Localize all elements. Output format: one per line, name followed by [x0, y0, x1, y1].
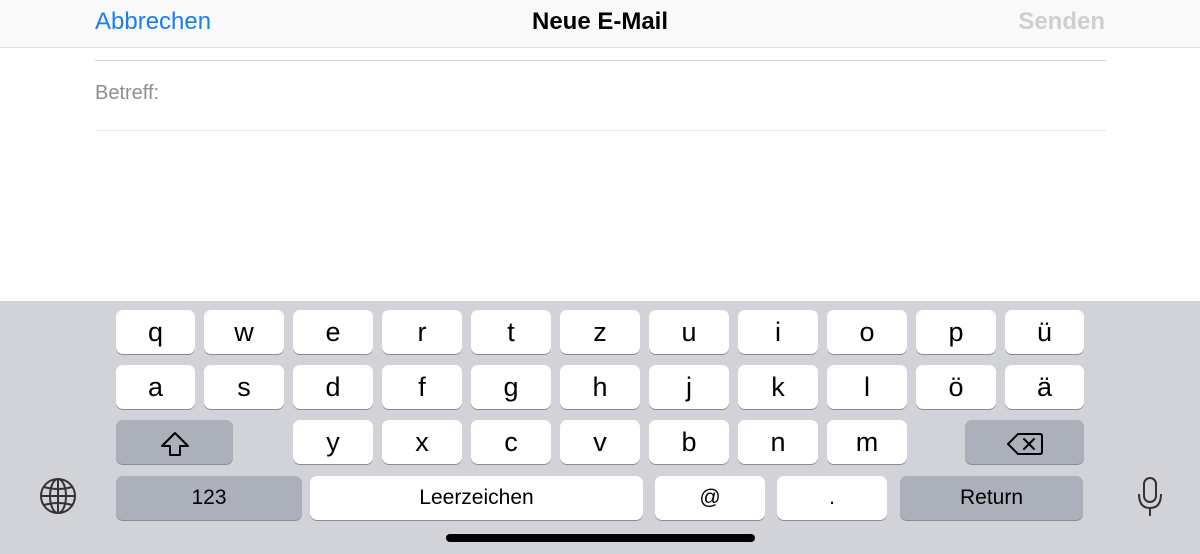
key-u[interactable]: u	[649, 310, 729, 354]
key-e[interactable]: e	[293, 310, 373, 354]
key-j[interactable]: j	[649, 365, 729, 409]
key-x[interactable]: x	[382, 420, 462, 464]
message-body-field[interactable]	[95, 132, 1106, 298]
subject-field[interactable]	[175, 72, 1109, 118]
key-s[interactable]: s	[204, 365, 284, 409]
globe-icon[interactable]	[38, 476, 78, 521]
key-q[interactable]: q	[116, 310, 195, 354]
key-f[interactable]: f	[382, 365, 462, 409]
key-g[interactable]: g	[471, 365, 551, 409]
numbers-key[interactable]: 123	[116, 476, 302, 520]
microphone-icon[interactable]	[1136, 476, 1164, 523]
send-button[interactable]: Senden	[1018, 8, 1105, 36]
key-z[interactable]: z	[560, 310, 640, 354]
key-d[interactable]: d	[293, 365, 373, 409]
key-l[interactable]: l	[827, 365, 907, 409]
key-y[interactable]: y	[293, 420, 373, 464]
navigation-bar: Abbrechen Neue E-Mail Senden	[0, 0, 1200, 48]
key-k[interactable]: k	[738, 365, 818, 409]
key-r[interactable]: r	[382, 310, 462, 354]
shift-icon	[160, 427, 190, 457]
key-p[interactable]: p	[916, 310, 996, 354]
divider	[95, 130, 1106, 131]
backspace-key[interactable]	[965, 420, 1084, 464]
dot-key[interactable]: .	[777, 476, 887, 520]
backspace-icon	[1006, 427, 1043, 457]
key-m[interactable]: m	[827, 420, 907, 464]
key-o-umlaut[interactable]: ö	[916, 365, 996, 409]
return-key[interactable]: Return	[900, 476, 1083, 520]
key-a-umlaut[interactable]: ä	[1005, 365, 1084, 409]
subject-label: Betreff:	[95, 82, 160, 104]
key-v[interactable]: v	[560, 420, 640, 464]
key-o[interactable]: o	[827, 310, 907, 354]
home-indicator[interactable]	[446, 534, 755, 542]
key-n[interactable]: n	[738, 420, 818, 464]
key-c[interactable]: c	[471, 420, 551, 464]
key-a[interactable]: a	[116, 365, 195, 409]
key-h[interactable]: h	[560, 365, 640, 409]
key-i[interactable]: i	[738, 310, 818, 354]
keyboard: q w e r t z u i o p ü a s d f g h j k l …	[0, 301, 1200, 554]
key-t[interactable]: t	[471, 310, 551, 354]
key-w[interactable]: w	[204, 310, 284, 354]
key-b[interactable]: b	[649, 420, 729, 464]
shift-key[interactable]	[116, 420, 233, 464]
space-key[interactable]: Leerzeichen	[310, 476, 643, 520]
at-key[interactable]: @	[655, 476, 765, 520]
divider	[95, 60, 1106, 61]
key-u-umlaut[interactable]: ü	[1005, 310, 1084, 354]
